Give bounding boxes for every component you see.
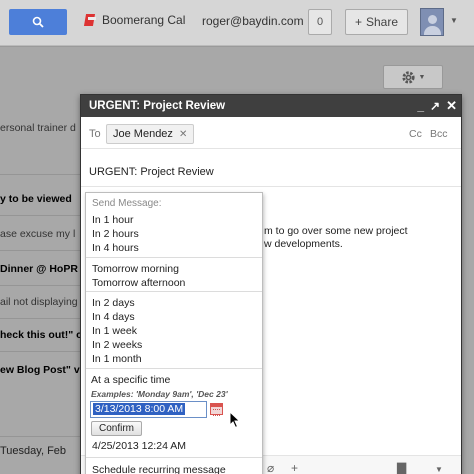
confirm-button[interactable]: Confirm	[91, 421, 142, 436]
share-button[interactable]: + Share	[345, 9, 408, 35]
plus-icon: +	[354, 15, 362, 29]
list-divider	[0, 215, 80, 216]
menu-item-tomorrow-afternoon[interactable]: Tomorrow afternoon	[92, 277, 185, 289]
list-divider	[0, 174, 80, 175]
cc-link[interactable]: Cc	[409, 128, 422, 140]
body-line: m to go over some new project	[264, 225, 408, 237]
pop-out-icon[interactable]: ↗	[430, 99, 440, 113]
boomerang-logo-icon	[84, 13, 97, 27]
datetime-value: 3/13/2013 8:00 AM	[93, 403, 186, 415]
avatar[interactable]	[420, 8, 444, 36]
mouse-cursor-icon	[229, 411, 241, 429]
menu-separator	[86, 291, 262, 292]
account-email[interactable]: roger@baydin.com	[202, 14, 304, 28]
top-bar: Boomerang Cal roger@baydin.com 0 + Share…	[0, 0, 474, 46]
list-item[interactable]: ail not displaying	[0, 296, 78, 308]
list-item[interactable]: ersonal trainer d	[0, 122, 76, 134]
chevron-down-icon[interactable]: ▼	[435, 465, 443, 474]
bcc-link[interactable]: Bcc	[430, 128, 448, 140]
menu-item-tomorrow-morning[interactable]: Tomorrow morning	[92, 263, 179, 275]
list-divider	[0, 285, 80, 286]
chevron-down-icon[interactable]: ▼	[450, 16, 458, 25]
insert-plus-icon[interactable]: +	[291, 461, 298, 474]
notification-count[interactable]: 0	[308, 9, 332, 35]
recipient-chip[interactable]: Joe Mendez ✕	[106, 124, 195, 144]
close-icon[interactable]: ✕	[446, 98, 457, 114]
recipient-name: Joe Mendez	[113, 128, 173, 140]
menu-item-in-4-days[interactable]: In 4 days	[92, 311, 135, 323]
menu-separator	[86, 457, 262, 458]
menu-item-in-1-hour[interactable]: In 1 hour	[92, 214, 133, 226]
message-body[interactable]: m to go over some new project w developm…	[264, 225, 408, 251]
specific-time-examples: Examples: 'Monday 9am', 'Dec 23'	[91, 389, 228, 399]
list-divider	[0, 318, 80, 319]
list-divider	[0, 250, 80, 251]
gear-icon	[401, 70, 415, 84]
list-item[interactable]: Dinner @ HoPR	[0, 263, 78, 275]
subject-field[interactable]: URGENT: Project Review	[81, 151, 461, 187]
compose-header[interactable]: URGENT: Project Review _ ↗ ✕	[81, 95, 461, 117]
specific-time-label: At a specific time	[91, 374, 171, 386]
boomerang-calendar-label: Boomerang Cal	[102, 13, 186, 27]
body-line: w developments.	[264, 238, 343, 250]
menu-item-in-4-hours[interactable]: In 4 hours	[92, 242, 139, 254]
list-divider	[0, 351, 80, 352]
schedule-recurring-link[interactable]: Schedule recurring message	[92, 464, 226, 474]
list-item[interactable]: heck this out!" c	[0, 329, 82, 341]
remove-recipient-icon[interactable]: ✕	[179, 129, 187, 140]
search-button[interactable]	[9, 9, 67, 35]
compose-title: URGENT: Project Review	[89, 100, 226, 112]
to-label: To	[89, 128, 101, 140]
last-used-time[interactable]: 4/25/2013 12:24 AM	[92, 440, 186, 452]
subject-text: URGENT: Project Review	[89, 166, 214, 178]
chevron-down-icon: ▼	[418, 73, 426, 81]
trash-icon[interactable]: ▇	[397, 461, 406, 474]
calendar-icon[interactable]	[210, 403, 223, 416]
boomerang-calendar-link[interactable]: Boomerang Cal	[84, 13, 185, 27]
minimize-icon[interactable]: _	[417, 99, 424, 113]
menu-item-in-2-weeks[interactable]: In 2 weeks	[92, 339, 142, 351]
send-later-menu: Send Message: In 1 hour In 2 hours In 4 …	[85, 192, 263, 474]
date-divider-label: Tuesday, Feb	[0, 445, 67, 457]
menu-separator	[86, 368, 262, 369]
menu-item-in-1-month[interactable]: In 1 month	[92, 353, 142, 365]
menu-heading: Send Message:	[92, 198, 162, 209]
settings-button[interactable]: ▼	[383, 65, 443, 89]
search-icon	[32, 16, 44, 28]
list-item[interactable]: ew Blog Post" via	[0, 364, 88, 376]
datetime-input[interactable]: 3/13/2013 8:00 AM	[90, 401, 207, 418]
menu-item-in-2-hours[interactable]: In 2 hours	[92, 228, 139, 240]
list-item[interactable]: ase excuse my l	[0, 228, 75, 240]
list-divider	[0, 436, 80, 437]
menu-item-in-1-week[interactable]: In 1 week	[92, 325, 137, 337]
to-field[interactable]: To Joe Mendez ✕ Cc Bcc	[81, 119, 461, 149]
list-item[interactable]: y to be viewed	[0, 193, 72, 205]
menu-separator	[86, 257, 262, 258]
menu-item-in-2-days[interactable]: In 2 days	[92, 297, 135, 309]
attach-icon[interactable]: ⌀	[267, 461, 274, 474]
share-label: Share	[365, 15, 399, 29]
